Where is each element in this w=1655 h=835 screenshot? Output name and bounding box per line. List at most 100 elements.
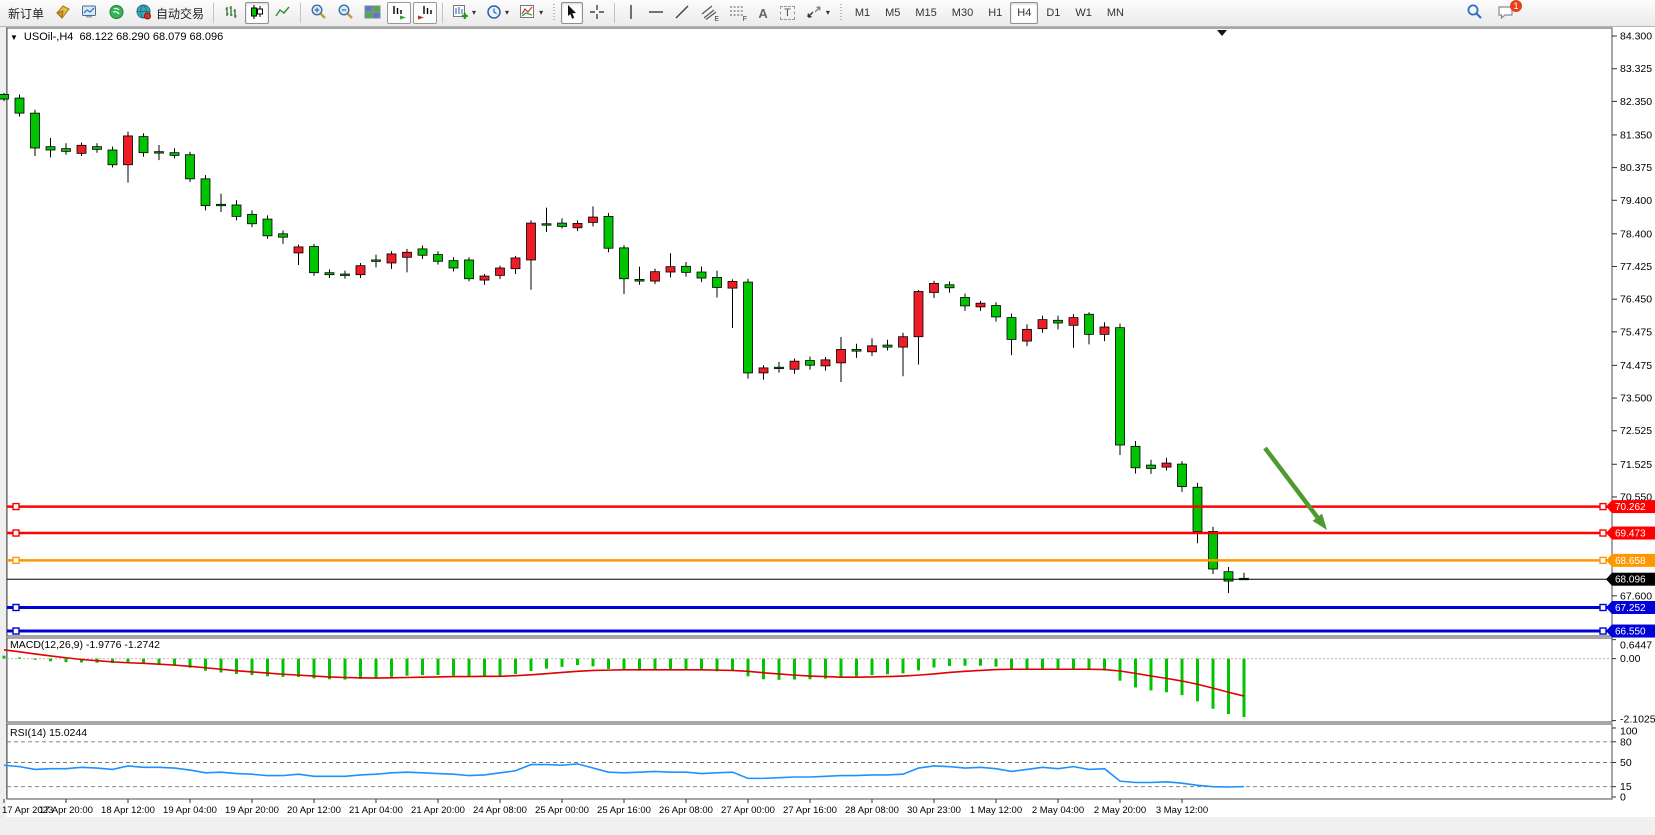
svg-text:73.500: 73.500 xyxy=(1620,393,1652,405)
vertical-line-tool-button[interactable] xyxy=(620,2,642,24)
clock-icon xyxy=(486,4,502,23)
auto-scroll-button[interactable] xyxy=(387,2,411,24)
auto-scroll-icon xyxy=(391,4,407,23)
svg-text:0: 0 xyxy=(1620,792,1626,804)
svg-text:0.6447: 0.6447 xyxy=(1620,640,1652,652)
svg-text:28 Apr 08:00: 28 Apr 08:00 xyxy=(845,805,899,816)
new-order-button[interactable]: 新订单 xyxy=(4,2,48,24)
chat-button[interactable]: 1 xyxy=(1493,2,1519,24)
chevron-down-icon: ▾ xyxy=(472,9,476,17)
horizontal-line-tool-button[interactable] xyxy=(644,2,668,24)
macd-pane[interactable] xyxy=(7,638,1612,722)
timeframe-button-h4[interactable]: H4 xyxy=(1010,2,1038,24)
text-tool-button[interactable]: A xyxy=(752,2,774,24)
candlestick-chart-button[interactable] xyxy=(245,2,269,24)
candlestick-chart-icon xyxy=(249,4,265,23)
timeframe-group: M1M5M15M30H1H4D1W1MN xyxy=(848,2,1131,24)
text-tool-icon: A xyxy=(758,6,767,21)
chart-shift-icon xyxy=(417,4,433,23)
timeframe-button-w1[interactable]: W1 xyxy=(1068,2,1099,24)
auto-trading-icon xyxy=(135,4,153,23)
separator xyxy=(614,3,615,23)
auto-trading-label: 自动交易 xyxy=(156,5,204,22)
tile-windows-button[interactable] xyxy=(360,2,385,24)
svg-text:82.350: 82.350 xyxy=(1620,96,1652,108)
zoom-in-button[interactable] xyxy=(306,2,331,24)
svg-text:21 Apr 04:00: 21 Apr 04:00 xyxy=(349,805,403,816)
new-chart-icon xyxy=(452,4,469,23)
chevron-down-icon: ▾ xyxy=(826,9,830,17)
crosshair-tool-button[interactable] xyxy=(585,2,609,24)
svg-text:76.450: 76.450 xyxy=(1620,294,1652,306)
symbol-label: USOil-,H4 xyxy=(24,31,74,43)
bar-chart-button[interactable] xyxy=(219,2,243,24)
new-order-label: 新订单 xyxy=(8,5,44,22)
auto-trading-button[interactable]: 自动交易 xyxy=(131,2,208,24)
toolbar-grip xyxy=(552,4,556,22)
svg-text:68.658: 68.658 xyxy=(1615,556,1646,567)
svg-text:27 Apr 16:00: 27 Apr 16:00 xyxy=(783,805,837,816)
chevron-down-icon: ▾ xyxy=(505,9,509,17)
svg-text:21 Apr 20:00: 21 Apr 20:00 xyxy=(411,805,465,816)
svg-text:17 Apr 20:00: 17 Apr 20:00 xyxy=(39,805,93,816)
toolbar: 新订单 自动交易 ▾ ▾ xyxy=(0,0,1655,27)
timeframe-button-m5[interactable]: M5 xyxy=(878,2,907,24)
rsi-indicator-label: RSI(14) 15.0244 xyxy=(10,727,87,739)
svg-text:69.473: 69.473 xyxy=(1615,529,1646,540)
tile-windows-icon xyxy=(364,4,381,23)
signals-button[interactable] xyxy=(104,2,129,24)
cursor-icon xyxy=(565,4,579,23)
svg-text:30 Apr 23:00: 30 Apr 23:00 xyxy=(907,805,961,816)
timeframe-button-d1[interactable]: D1 xyxy=(1039,2,1067,24)
svg-text:74.475: 74.475 xyxy=(1620,360,1652,372)
text-label-tool-button[interactable]: T xyxy=(776,2,799,24)
search-button[interactable] xyxy=(1462,2,1487,24)
separator xyxy=(442,3,443,23)
svg-text:66.550: 66.550 xyxy=(1615,627,1646,638)
svg-text:19 Apr 04:00: 19 Apr 04:00 xyxy=(163,805,217,816)
rsi-pane[interactable] xyxy=(7,724,1612,799)
collapse-triangle-icon[interactable]: ▼ xyxy=(10,33,18,42)
text-label-icon: T xyxy=(780,6,795,20)
fibonacci-sub-label: F xyxy=(743,16,747,23)
zoom-in-icon xyxy=(310,3,327,23)
arrows-tool-button[interactable]: ▾ xyxy=(801,2,834,24)
main-pane[interactable] xyxy=(7,28,1612,636)
svg-text:2 May 20:00: 2 May 20:00 xyxy=(1094,805,1146,816)
separator xyxy=(300,3,301,23)
chart-window: 84.30083.32582.35081.35080.37579.40078.4… xyxy=(0,27,1655,830)
new-chart-button[interactable]: ▾ xyxy=(448,2,480,24)
periods-button[interactable]: ▾ xyxy=(482,2,513,24)
separator xyxy=(213,3,214,23)
timeframe-button-mn[interactable]: MN xyxy=(1100,2,1131,24)
price-chart[interactable]: 84.30083.32582.35081.35080.37579.40078.4… xyxy=(0,27,1655,830)
svg-text:20 Apr 12:00: 20 Apr 12:00 xyxy=(287,805,341,816)
zoom-out-button[interactable] xyxy=(333,2,358,24)
terminal-button[interactable] xyxy=(77,2,102,24)
chart-shift-button[interactable] xyxy=(413,2,437,24)
order-ticket-icon xyxy=(54,4,71,23)
bar-chart-icon xyxy=(223,4,239,23)
line-chart-icon xyxy=(275,4,291,23)
svg-text:25 Apr 00:00: 25 Apr 00:00 xyxy=(535,805,589,816)
signals-icon xyxy=(108,4,125,23)
svg-text:-2.1025: -2.1025 xyxy=(1620,714,1655,726)
equidistant-channel-tool-button[interactable]: E xyxy=(696,2,722,24)
line-chart-button[interactable] xyxy=(271,2,295,24)
channel-icon: E xyxy=(700,4,718,23)
timeframe-button-h1[interactable]: H1 xyxy=(981,2,1009,24)
indicators-button[interactable]: ▾ xyxy=(515,2,547,24)
notification-badge: 1 xyxy=(1510,0,1522,12)
order-ticket-button[interactable] xyxy=(50,2,75,24)
trendline-tool-button[interactable] xyxy=(670,2,694,24)
svg-text:24 Apr 08:00: 24 Apr 08:00 xyxy=(473,805,527,816)
fibonacci-tool-button[interactable]: F xyxy=(724,2,750,24)
timeframe-button-m30[interactable]: M30 xyxy=(945,2,980,24)
chart-title: ▼ USOil-,H4 68.122 68.290 68.079 68.096 xyxy=(10,31,223,43)
timeframe-button-m1[interactable]: M1 xyxy=(848,2,877,24)
svg-text:68.096: 68.096 xyxy=(1615,575,1646,586)
cursor-tool-button[interactable] xyxy=(561,2,583,24)
arrows-icon xyxy=(805,4,823,23)
svg-text:78.400: 78.400 xyxy=(1620,228,1652,240)
timeframe-button-m15[interactable]: M15 xyxy=(908,2,943,24)
